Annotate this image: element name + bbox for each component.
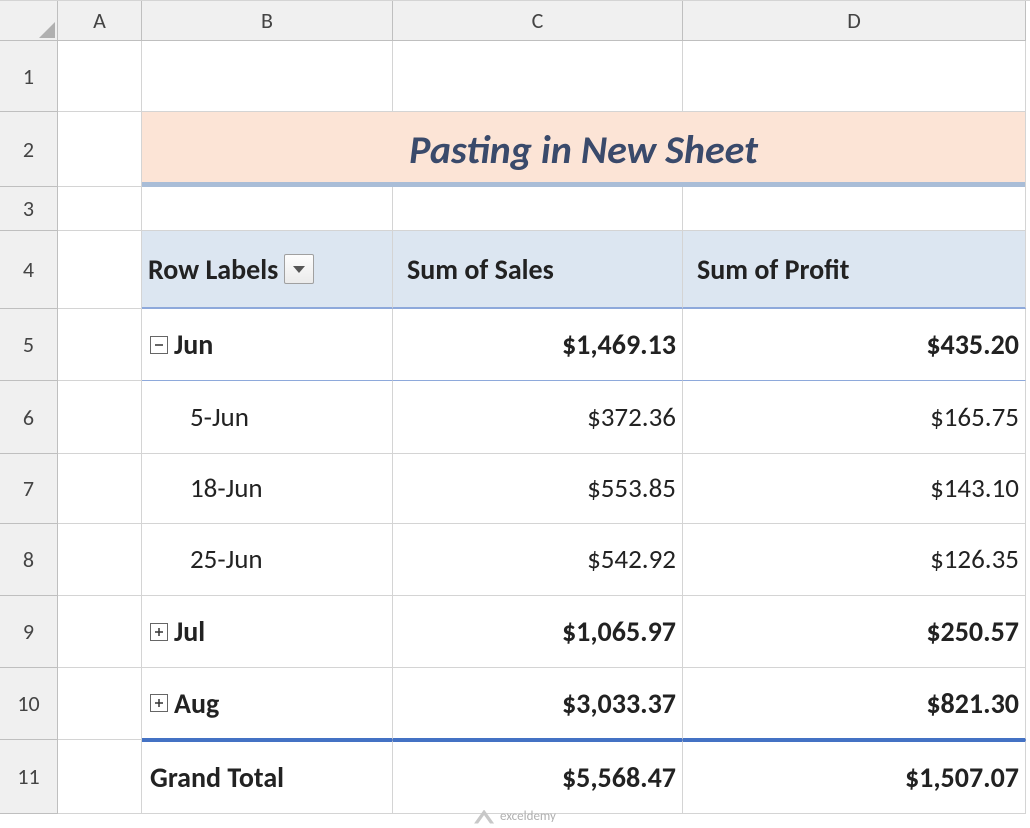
sum-profit-text: Sum of Profit — [697, 252, 849, 287]
watermark-text: exceldemy — [500, 809, 556, 824]
sum-sales-text: Sum of Sales — [407, 252, 554, 287]
pivot-25jun-sales[interactable]: $542.92 — [393, 524, 683, 596]
group-jul-label: Jul — [174, 614, 205, 649]
pivot-grand-total[interactable]: Grand Total — [142, 740, 393, 814]
expand-button-jul[interactable] — [150, 623, 168, 641]
pivot-detail-5jun[interactable]: 5-Jun — [142, 381, 393, 454]
watermark-logo-icon — [474, 810, 494, 824]
pivot-25jun-profit[interactable]: $126.35 — [683, 524, 1026, 596]
row-header-4[interactable]: 4 — [0, 231, 58, 309]
pivot-group-aug[interactable]: Aug — [142, 668, 393, 740]
pivot-jun-profit[interactable]: $435.20 — [683, 309, 1026, 381]
detail-5jun-label: 5-Jun — [190, 401, 249, 434]
pivot-aug-sales[interactable]: $3,033.37 — [393, 668, 683, 740]
col-header-c[interactable]: C — [393, 1, 683, 41]
pivot-grand-total-profit[interactable]: $1,507.07 — [683, 740, 1026, 814]
cell-a9[interactable] — [58, 596, 142, 668]
pivot-jul-sales[interactable]: $1,065.97 — [393, 596, 683, 668]
pivot-header-sum-profit[interactable]: Sum of Profit — [683, 231, 1026, 309]
expand-button-aug[interactable] — [150, 694, 168, 712]
select-all-corner[interactable] — [0, 1, 58, 41]
row-header-8[interactable]: 8 — [0, 524, 58, 596]
pivot-5jun-profit[interactable]: $165.75 — [683, 381, 1026, 454]
pivot-group-jul[interactable]: Jul — [142, 596, 393, 668]
pivot-18jun-sales[interactable]: $553.85 — [393, 454, 683, 524]
pivot-detail-25jun[interactable]: 25-Jun — [142, 524, 393, 596]
cell-d1[interactable] — [683, 41, 1026, 112]
col-header-a[interactable]: A — [58, 1, 142, 41]
title-merged-cell[interactable]: Pasting in New Sheet — [142, 112, 1026, 187]
pivot-aug-profit[interactable]: $821.30 — [683, 668, 1026, 740]
cell-a4[interactable] — [58, 231, 142, 309]
cell-c1[interactable] — [393, 41, 683, 112]
cell-a8[interactable] — [58, 524, 142, 596]
cell-a5[interactable] — [58, 309, 142, 381]
pivot-18jun-profit[interactable]: $143.10 — [683, 454, 1026, 524]
row-header-6[interactable]: 6 — [0, 381, 58, 454]
pivot-detail-18jun[interactable]: 18-Jun — [142, 454, 393, 524]
pivot-header-sum-sales[interactable]: Sum of Sales — [393, 231, 683, 309]
row-header-11[interactable]: 11 — [0, 740, 58, 814]
cell-a10[interactable] — [58, 668, 142, 740]
cell-b3[interactable] — [142, 187, 393, 231]
row-header-7[interactable]: 7 — [0, 454, 58, 524]
pivot-5jun-sales[interactable]: $372.36 — [393, 381, 683, 454]
row-header-9[interactable]: 9 — [0, 596, 58, 668]
cell-d3[interactable] — [683, 187, 1026, 231]
cell-a11[interactable] — [58, 740, 142, 814]
row-header-1[interactable]: 1 — [0, 41, 58, 112]
cell-a7[interactable] — [58, 454, 142, 524]
pivot-grand-total-sales[interactable]: $5,568.47 — [393, 740, 683, 814]
cell-a3[interactable] — [58, 187, 142, 231]
cell-a1[interactable] — [58, 41, 142, 112]
row-labels-text: Row Labels — [148, 252, 278, 287]
select-all-triangle-icon — [39, 22, 55, 38]
row-header-2[interactable]: 2 — [0, 112, 58, 187]
cell-b1[interactable] — [142, 41, 393, 112]
cell-a2[interactable] — [58, 112, 142, 187]
chevron-down-icon — [293, 266, 305, 273]
pivot-jul-profit[interactable]: $250.57 — [683, 596, 1026, 668]
row-header-10[interactable]: 10 — [0, 668, 58, 740]
detail-18jun-label: 18-Jun — [190, 472, 263, 505]
row-header-3[interactable]: 3 — [0, 187, 58, 231]
pivot-group-jun[interactable]: Jun — [142, 309, 393, 381]
cell-a6[interactable] — [58, 381, 142, 454]
grand-total-label: Grand Total — [150, 760, 284, 795]
page-title: Pasting in New Sheet — [409, 125, 758, 174]
col-header-d[interactable]: D — [683, 1, 1026, 41]
group-jun-label: Jun — [174, 327, 213, 362]
collapse-button-jun[interactable] — [150, 336, 168, 354]
spreadsheet-grid: A B C D 1 2 Pasting in New Sheet 3 4 Row… — [0, 0, 1030, 814]
detail-25jun-label: 25-Jun — [190, 543, 263, 576]
title-underline — [142, 182, 1025, 187]
row-header-5[interactable]: 5 — [0, 309, 58, 381]
cell-c3[interactable] — [393, 187, 683, 231]
watermark: exceldemy — [474, 809, 556, 824]
pivot-header-row-labels[interactable]: Row Labels — [142, 231, 393, 309]
col-header-b[interactable]: B — [142, 1, 393, 41]
group-aug-label: Aug — [174, 686, 219, 721]
pivot-jun-sales[interactable]: $1,469.13 — [393, 309, 683, 381]
filter-dropdown-button[interactable] — [284, 254, 314, 284]
